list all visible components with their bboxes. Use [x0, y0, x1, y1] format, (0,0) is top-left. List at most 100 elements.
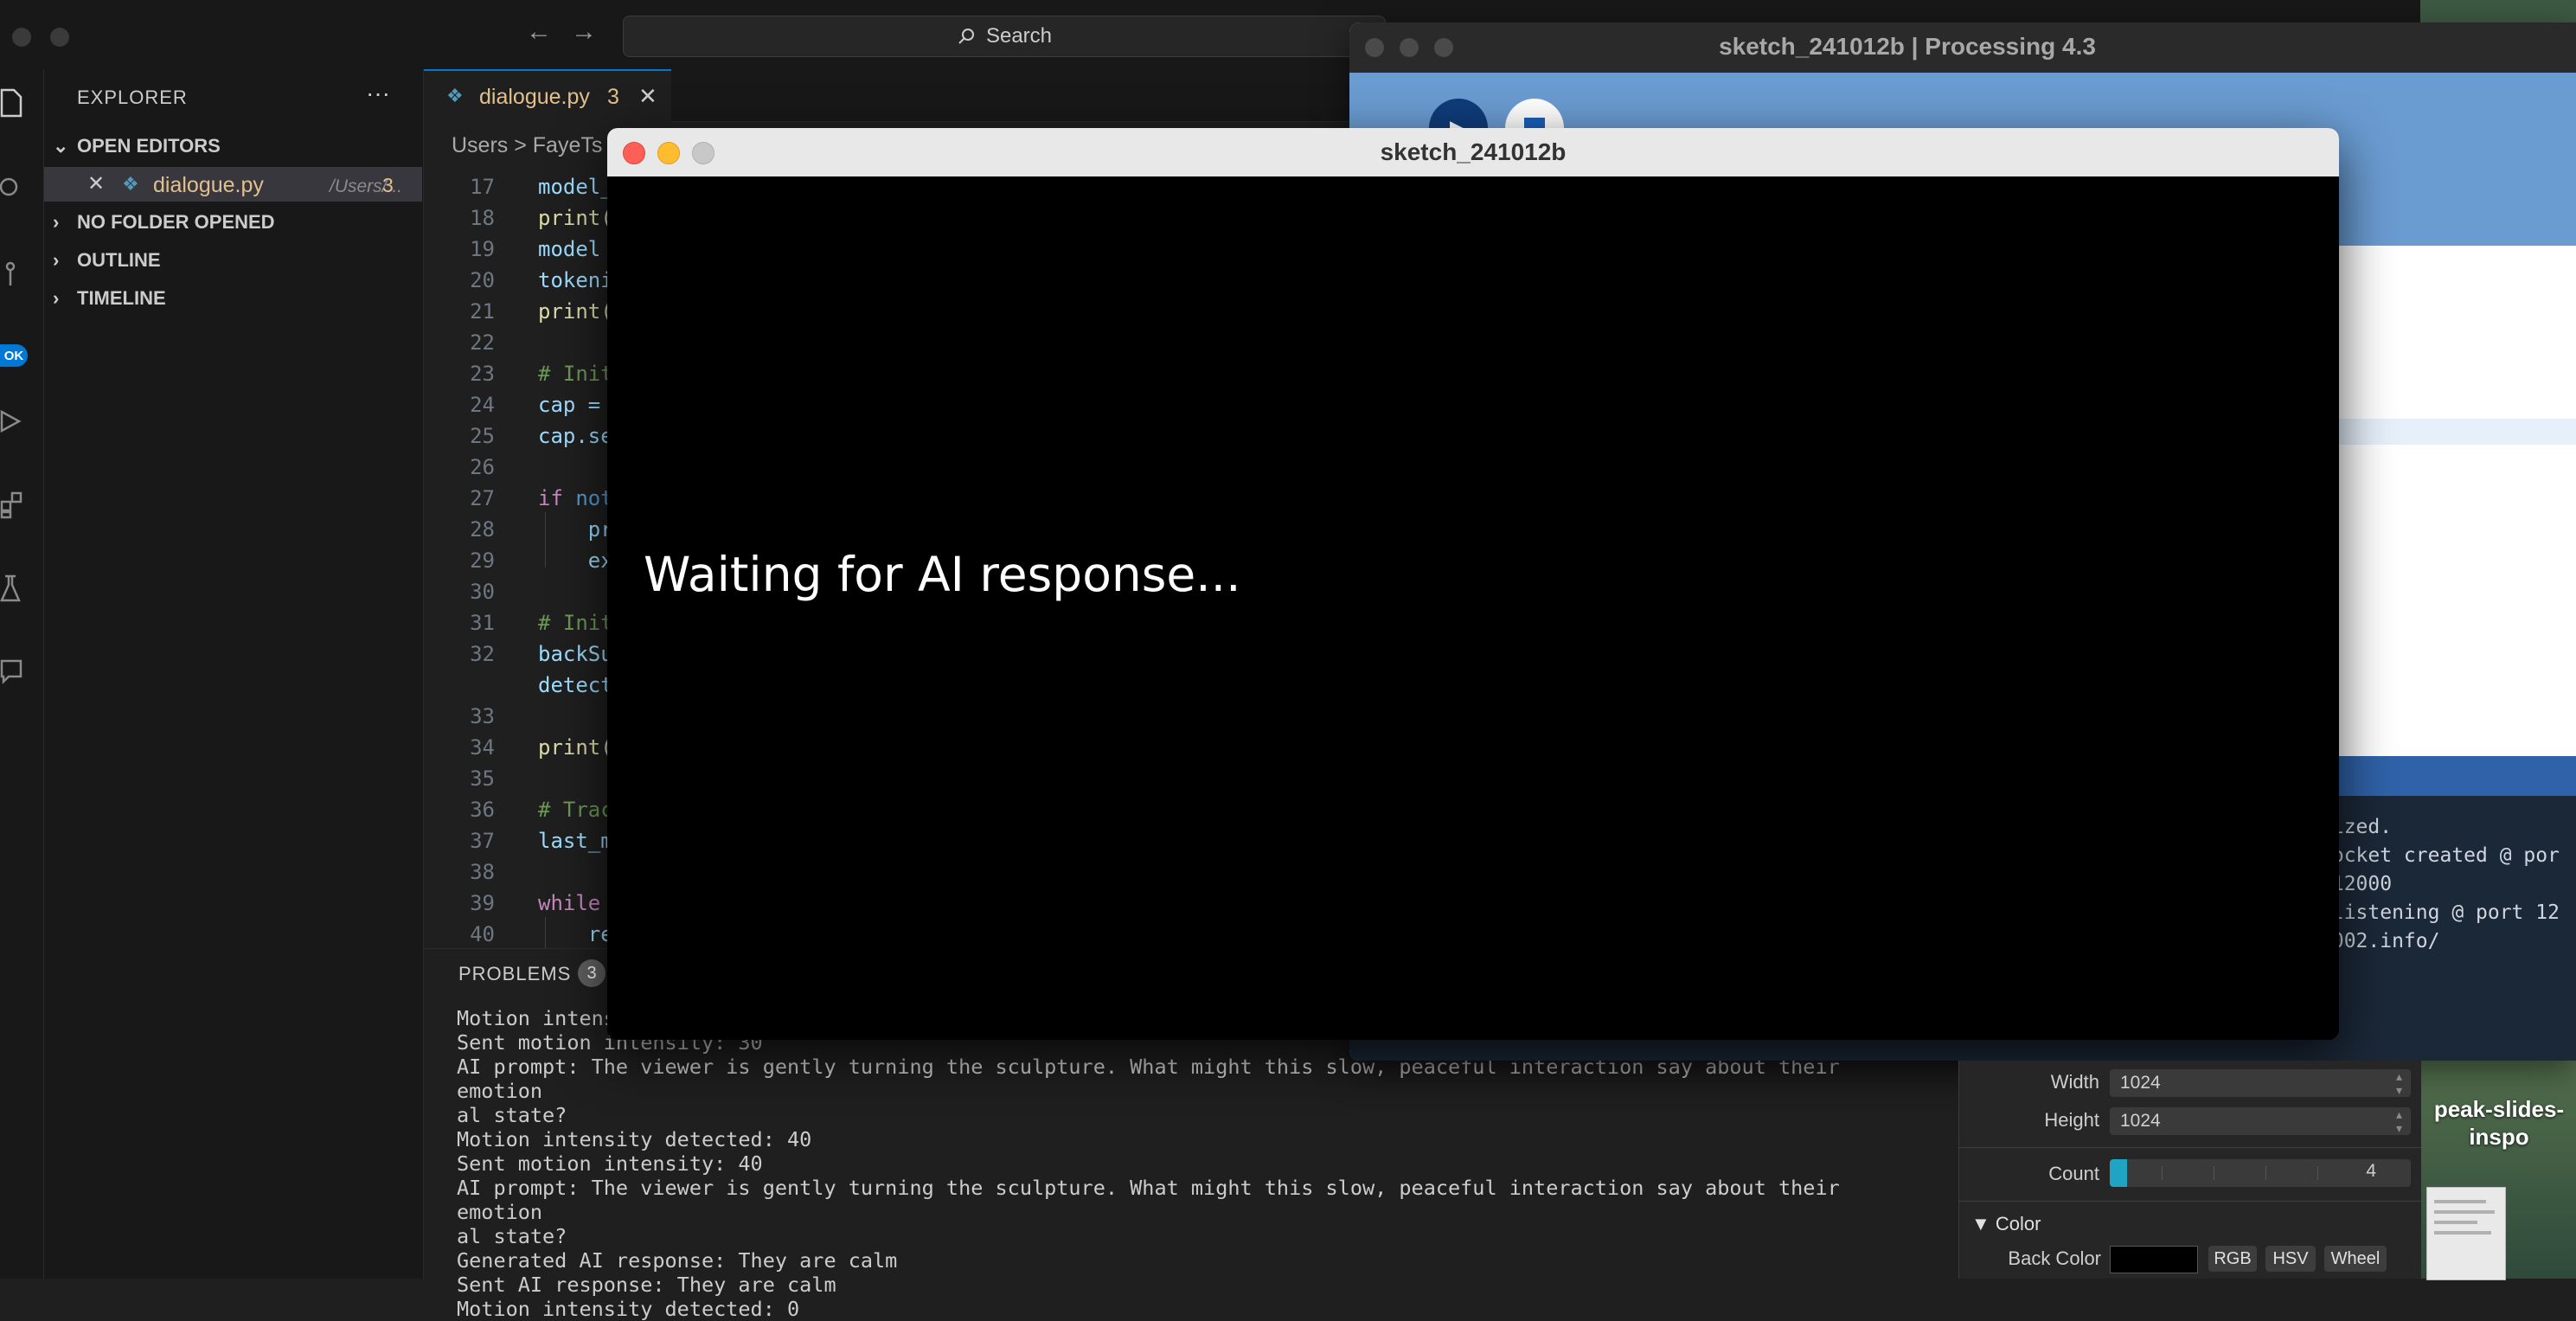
triangle-down-icon: ▼ — [1971, 1213, 1990, 1234]
thumb-line — [2434, 1210, 2495, 1214]
sketch-title: sketch_241012b — [1380, 138, 1567, 165]
code-line: detect — [538, 673, 613, 697]
count-slider[interactable]: 4 — [2110, 1159, 2411, 1187]
line-number: 25 — [470, 424, 495, 448]
back-color-swatch[interactable] — [2110, 1246, 2198, 1273]
chevron-right-icon: › — [53, 211, 60, 233]
tweak-panel: Width 1024 ▴ ▾ Height 1024 ▴ ▾ Count 4 ▼ C… — [1958, 1061, 2421, 1279]
minimize-button[interactable] — [657, 142, 680, 164]
wheel-button[interactable]: Wheel — [2324, 1246, 2387, 1272]
processing-title: sketch_241012b | Processing 4.3 — [1719, 33, 2096, 60]
line-number: 33 — [470, 704, 495, 728]
line-number: 20 — [470, 268, 495, 292]
window-minimize-button[interactable] — [50, 28, 69, 47]
tab-problem-count: 3 — [607, 85, 619, 109]
processing-titlebar: sketch_241012b | Processing 4.3 — [1349, 22, 2576, 73]
color-section-header[interactable]: ▼ Color — [1971, 1213, 2041, 1235]
open-editors-section[interactable]: ⌄ OPEN EDITORS — [53, 135, 221, 157]
code-line: model_ — [538, 175, 613, 199]
line-number: 30 — [470, 580, 495, 604]
code-line: # Init — [538, 611, 613, 635]
extensions-icon[interactable] — [0, 490, 26, 519]
open-editor-item[interactable]: ✕ ❖ dialogue.py /Users/... 3 — [44, 167, 422, 202]
waiting-message: Waiting for AI response... — [644, 547, 1241, 602]
count-value: 4 — [2366, 1161, 2376, 1181]
run-debug-icon[interactable] — [0, 407, 26, 436]
back-arrow-icon[interactable]: ← — [526, 17, 552, 47]
code-line: ex — [538, 548, 613, 573]
sketch-canvas[interactable]: Waiting for AI response... — [607, 176, 2339, 1040]
code-line: cap.se — [538, 424, 613, 448]
slider-tick — [2317, 1166, 2318, 1180]
desktop-file-thumbnail[interactable] — [2426, 1187, 2506, 1280]
width-field[interactable]: 1024 ▴ ▾ — [2110, 1069, 2411, 1097]
thumb-line — [2434, 1231, 2491, 1234]
code-line: print( — [538, 299, 613, 324]
close-button[interactable] — [623, 142, 645, 164]
code-line: # Trac — [538, 798, 613, 822]
tab-dialogue-py[interactable]: ❖ dialogue.py 3 ✕ — [424, 69, 671, 123]
code-line: last_m — [538, 829, 613, 853]
stepper-icon[interactable]: ▴ ▾ — [2396, 1107, 2402, 1135]
close-icon[interactable]: ✕ — [87, 171, 105, 196]
tab-close-icon[interactable]: ✕ — [638, 83, 657, 110]
desktop-folder-label[interactable]: peak-slides- inspo — [2422, 1095, 2576, 1151]
testing-flask-icon[interactable] — [0, 574, 26, 604]
tab-problems[interactable]: PROBLEMS — [458, 963, 571, 985]
stepper-icon[interactable]: ▴ ▾ — [2396, 1069, 2402, 1097]
forward-arrow-icon[interactable]: → — [571, 17, 597, 47]
problems-count-badge: 3 — [578, 959, 606, 987]
code-line: re — [538, 922, 613, 946]
breadcrumb[interactable]: Users > FayeTs — [452, 133, 602, 158]
more-actions-icon[interactable]: ··· — [366, 80, 390, 107]
width-label: Width — [2050, 1071, 2099, 1093]
python-file-icon: ❖ — [122, 173, 139, 195]
chevron-right-icon: › — [53, 249, 60, 271]
code-line: pr — [538, 517, 613, 542]
search-input[interactable]: Search — [623, 16, 1386, 57]
timeline-section[interactable]: › TIMELINE — [53, 287, 166, 310]
source-control-badge: OK — [0, 344, 28, 367]
line-number: 39 — [470, 891, 495, 915]
sketch-window: sketch_241012b Waiting for AI response..… — [607, 128, 2339, 1040]
outline-section[interactable]: › OUTLINE — [53, 249, 161, 272]
line-number: 29 — [470, 548, 495, 573]
line-number: 19 — [470, 237, 495, 261]
source-control-icon[interactable] — [0, 260, 26, 289]
back-color-label: Back Color — [2008, 1247, 2101, 1269]
slider-tick — [2265, 1166, 2266, 1180]
code-line: print( — [538, 206, 613, 230]
line-number: 24 — [470, 393, 495, 417]
rgb-button[interactable]: RGB — [2208, 1246, 2257, 1272]
line-number: 27 — [470, 486, 495, 510]
code-line: while — [538, 891, 601, 915]
search-placeholder: Search — [985, 24, 1053, 48]
no-folder-section[interactable]: › NO FOLDER OPENED — [53, 211, 275, 234]
line-number: 38 — [470, 860, 495, 884]
problem-count: 3 — [382, 174, 394, 196]
open-editor-filename: dialogue.py — [153, 173, 264, 197]
python-file-icon: ❖ — [446, 85, 464, 106]
line-number: 34 — [470, 735, 495, 760]
count-label: Count — [2048, 1163, 2099, 1184]
code-line: # Init — [538, 362, 613, 386]
chat-icon[interactable] — [0, 657, 26, 687]
slider-tick — [2162, 1166, 2163, 1180]
divider — [1959, 1147, 2421, 1148]
explorer-files-icon[interactable] — [0, 88, 26, 118]
line-number: 35 — [470, 766, 495, 791]
thumb-line — [2434, 1221, 2477, 1224]
window-close-button[interactable] — [12, 28, 31, 47]
explorer-sidebar: EXPLORER ··· ⌄ OPEN EDITORS ✕ ❖ dialogue.… — [44, 69, 424, 1279]
hsv-button[interactable]: HSV — [2265, 1246, 2316, 1272]
chevron-down-icon: ⌄ — [53, 135, 69, 157]
line-number: 36 — [470, 798, 495, 822]
search-activity-icon[interactable] — [0, 173, 26, 202]
code-line: model — [538, 237, 613, 261]
code-line: cap = — [538, 393, 613, 417]
height-field[interactable]: 1024 ▴ ▾ — [2110, 1107, 2411, 1135]
chevron-right-icon: › — [53, 287, 60, 309]
line-number: 22 — [470, 330, 495, 355]
zoom-button[interactable] — [692, 142, 714, 164]
thumb-line — [2434, 1200, 2486, 1203]
